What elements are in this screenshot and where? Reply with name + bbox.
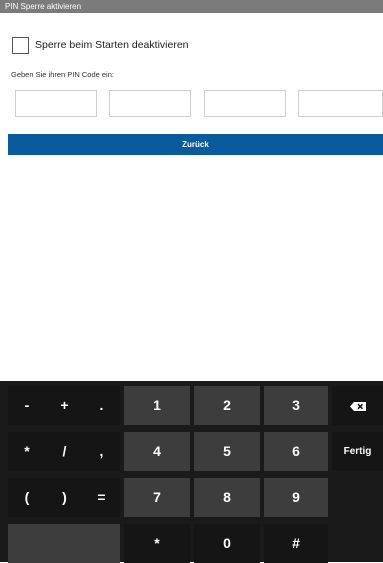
backspace-key[interactable]	[332, 386, 383, 425]
key-9[interactable]: 9	[264, 478, 328, 517]
pin-digit-4-field[interactable]	[298, 90, 383, 117]
key-asterisk[interactable]: *	[8, 432, 46, 471]
disable-on-start-checkbox[interactable]	[12, 37, 29, 54]
pin-digit-2-field[interactable]	[109, 90, 191, 117]
key-open-paren[interactable]: (	[8, 478, 46, 517]
numeric-keyboard: - + . 1 2 3 * / , 4 5 6 Fertig ( ) = 7 8…	[0, 381, 383, 563]
key-close-paren[interactable]: )	[46, 478, 83, 517]
key-comma[interactable]: ,	[83, 432, 120, 471]
pin-digit-3-field[interactable]	[204, 90, 286, 117]
key-minus[interactable]: -	[8, 386, 46, 425]
disable-on-start-row[interactable]: Sperre beim Starten deaktivieren	[0, 37, 383, 59]
key-hash[interactable]: #	[264, 524, 328, 563]
key-0[interactable]: 0	[194, 524, 260, 563]
window-title: PIN Sperre aktivieren	[0, 0, 383, 13]
key-period[interactable]: .	[83, 386, 120, 425]
blank-key[interactable]	[8, 524, 120, 563]
key-4[interactable]: 4	[124, 432, 190, 471]
key-2[interactable]: 2	[194, 386, 260, 425]
key-slash[interactable]: /	[46, 432, 83, 471]
backspace-icon	[349, 401, 366, 411]
disable-on-start-label: Sperre beim Starten deaktivieren	[35, 39, 189, 51]
key-3[interactable]: 3	[264, 386, 328, 425]
key-6[interactable]: 6	[264, 432, 328, 471]
key-5[interactable]: 5	[194, 432, 260, 471]
done-key[interactable]: Fertig	[332, 432, 383, 471]
key-7[interactable]: 7	[124, 478, 190, 517]
key-plus[interactable]: +	[46, 386, 83, 425]
key-1[interactable]: 1	[124, 386, 190, 425]
key-8[interactable]: 8	[194, 478, 260, 517]
key-equals[interactable]: =	[83, 478, 120, 517]
key-star[interactable]: *	[124, 524, 190, 563]
pin-instruction: Geben Sie ihren PIN Code ein:	[11, 70, 114, 79]
pin-digit-1-field[interactable]	[15, 90, 97, 117]
back-button[interactable]: Zurück	[8, 134, 383, 155]
